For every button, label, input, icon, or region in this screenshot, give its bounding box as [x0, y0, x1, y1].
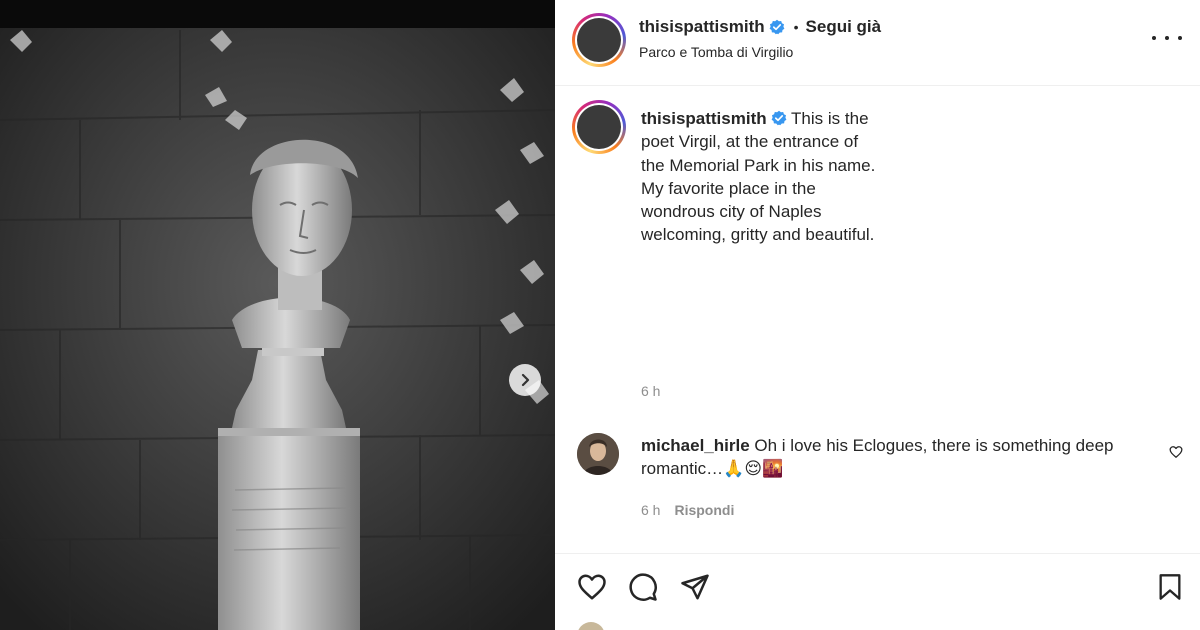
paper-plane-icon[interactable] — [680, 572, 710, 602]
comment-meta: 6 h Rispondi — [641, 502, 734, 518]
comment-bubble-icon[interactable] — [628, 572, 658, 602]
verified-badge-icon — [769, 19, 785, 35]
comment-timestamp[interactable]: 6 h — [641, 502, 660, 518]
following-button[interactable]: Segui già — [806, 17, 882, 37]
next-photo-button[interactable] — [509, 364, 541, 396]
separator-dot: • — [793, 19, 799, 35]
caption-author-avatar[interactable] — [572, 100, 626, 154]
more-options-button[interactable] — [1152, 28, 1182, 48]
avatar-image — [577, 433, 619, 475]
reply-button[interactable]: Rispondi — [674, 502, 734, 518]
post-location[interactable]: Parco e Tomba di Virgilio — [639, 44, 793, 60]
author-avatar[interactable] — [572, 13, 626, 67]
bookmark-icon[interactable] — [1156, 572, 1184, 602]
post-caption: thisispattismith This is the poet Virgil… — [641, 107, 881, 247]
avatar-image — [577, 105, 621, 149]
post-side-panel: thisispattismith • Segui già Parco e Tom… — [555, 0, 1200, 630]
post-media[interactable] — [0, 0, 555, 630]
more-options-icon — [1152, 36, 1156, 40]
avatar-image — [577, 18, 621, 62]
verified-badge-icon — [771, 110, 787, 126]
post-actions-bar — [555, 553, 1200, 630]
caption-timestamp[interactable]: 6 h — [641, 383, 660, 399]
caption-username[interactable]: thisispattismith — [641, 109, 767, 128]
author-username[interactable]: thisispattismith — [639, 17, 765, 37]
commenter-avatar[interactable] — [577, 433, 619, 475]
commenter-username[interactable]: michael_hirle — [641, 436, 750, 455]
post-header: thisispattismith • Segui già Parco e Tom… — [555, 0, 1200, 86]
heart-icon[interactable] — [577, 572, 607, 602]
post-photo-virgil-bust — [0, 0, 555, 630]
caption-text: This is the poet Virgil, at the entrance… — [641, 109, 876, 245]
comment-like-heart-icon[interactable] — [1169, 445, 1183, 459]
chevron-right-icon — [521, 373, 530, 387]
comment: michael_hirle Oh i love his Eclogues, th… — [641, 434, 1161, 481]
